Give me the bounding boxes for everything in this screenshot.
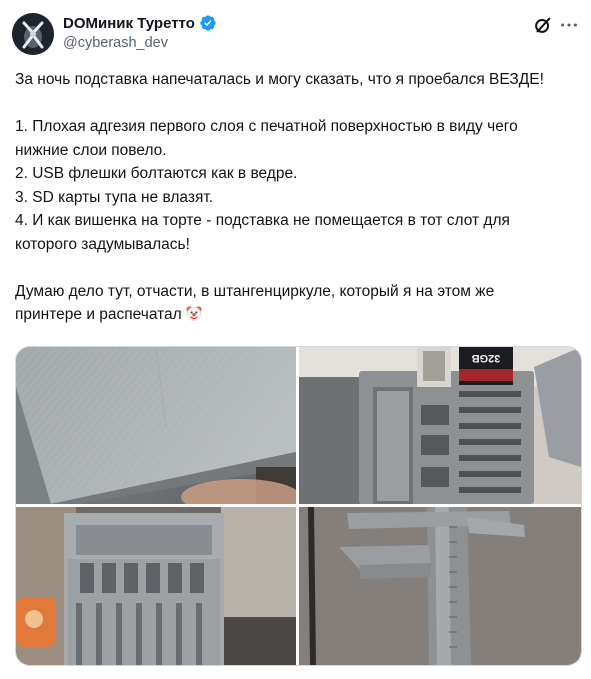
post-text: За ночь подставка напечаталась и могу ск… [15, 68, 581, 327]
avatar[interactable] [12, 13, 54, 55]
tweet-card: DOМиник Туретто @cyberash_dev За ночь по… [0, 0, 591, 679]
author-handle[interactable]: @cyberash_dev [63, 35, 168, 51]
author-name-row[interactable]: DOМиник Туретто [63, 13, 217, 33]
photo-warped-print[interactable] [16, 347, 296, 504]
media-grid: 32GB [15, 346, 582, 666]
post-line: Думаю дело тут, отчасти, в штангенциркул… [15, 282, 495, 300]
post-line-text: принтере и распечатал [15, 306, 182, 323]
photo-slots-closeup[interactable] [16, 507, 296, 665]
author-display-name[interactable]: DOМиник Туретто [63, 15, 195, 32]
grok-icon[interactable] [532, 14, 554, 36]
post-line: 3. SD карты тупа не влазят. [15, 188, 214, 206]
post-line: 2. USB флешки болтаются как в ведре. [15, 165, 298, 182]
verified-badge-icon [200, 15, 216, 31]
clown-face-icon [186, 306, 202, 321]
post-line-last: принтере и распечатал [15, 303, 581, 327]
photo-printed-caliper[interactable] [299, 507, 581, 665]
post-line: которого задумывалась! [15, 235, 190, 253]
more-options-icon[interactable] [558, 14, 580, 36]
photo-holder-usb-sd[interactable]: 32GB [299, 347, 581, 504]
post-line: 1. Плохая адгезия первого слоя с печатно… [15, 118, 518, 135]
post-line: 4. И как вишенка на торте - подставка не… [15, 212, 510, 229]
sd-card-label: 32GB [472, 352, 501, 364]
post-line: нижние слои повело. [15, 141, 167, 159]
post-line: За ночь подставка напечаталась и могу ск… [15, 71, 544, 88]
